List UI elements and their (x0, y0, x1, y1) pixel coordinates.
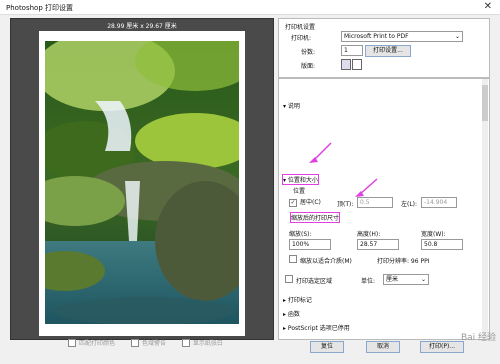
cancel-button[interactable]: 取消 (366, 341, 400, 353)
top-label: 顶(T): (337, 201, 354, 208)
preview-image (45, 41, 239, 324)
position-group-label: 位置 (293, 188, 306, 195)
landscape-layout-icon[interactable] (352, 59, 362, 70)
title-bar: Photoshop 打印设置 ✕ (0, 0, 500, 15)
description-section[interactable]: ▾ 说明 (283, 101, 300, 110)
functions-section[interactable]: ▸ 函数 (283, 309, 300, 318)
match-print-colors-checkbox[interactable]: 匹配打印颜色 (68, 338, 115, 347)
preview-options: 匹配打印颜色 色域警告 显示纸张白 (68, 338, 237, 349)
unit-label: 单位: (361, 278, 376, 285)
unit-select[interactable]: 厘米 ⌄ (383, 274, 429, 285)
width-input[interactable]: 50.8 (421, 239, 463, 250)
options-panel: ▾ 说明 ▾ 位置和大小 位置 居中(C) 顶(T): 0.5 左(L): -1… (278, 78, 490, 340)
print-settings-button[interactable]: 打印设置... (365, 45, 411, 57)
portrait-layout-icon[interactable] (341, 59, 351, 70)
annotation-arrow-icon (355, 178, 378, 197)
layout-label: 版面: (301, 63, 316, 70)
waterfall-photo (45, 41, 239, 324)
watermark-logo: Bai 经验 (460, 333, 496, 343)
copies-label: 份数: (301, 49, 316, 56)
scale-to-fit-checkbox[interactable]: 缩放以适合介质(M) (289, 255, 352, 265)
width-label: 宽度(W): (421, 231, 446, 238)
left-input[interactable]: -14.904 (421, 197, 457, 208)
height-input[interactable]: 28.57 (357, 239, 399, 250)
print-marks-section[interactable]: ▸ 打印标记 (283, 295, 312, 304)
center-checkbox[interactable]: 居中(C) (289, 197, 321, 207)
print-resolution: 打印分辨率: 96 PPI (377, 258, 430, 265)
paper-dimensions: 28.99 厘米 x 29.67 厘米 (107, 23, 177, 30)
show-paper-white-checkbox[interactable]: 显示纸张白 (181, 338, 223, 347)
printer-settings-panel: 打印机设置 打印机: Microsoft Print to PDF ⌄ 份数: 1… (278, 18, 490, 78)
left-label: 左(L): (401, 201, 418, 208)
close-icon[interactable]: ✕ (484, 1, 492, 12)
scale-label: 缩放(S): (289, 231, 312, 238)
print-preview: 28.99 厘米 x 29.67 厘米 (10, 18, 274, 340)
postscript-section[interactable]: ▸ PostScript 选项已停用 (283, 323, 350, 332)
position-size-section[interactable]: ▾ 位置和大小 (282, 174, 319, 185)
annotation-arrow-icon (309, 142, 332, 163)
printer-label: 打印机: (291, 35, 312, 42)
copies-input[interactable]: 1 (341, 45, 363, 56)
reset-button[interactable]: 复位 (310, 341, 344, 353)
height-label: 高度(H): (357, 231, 381, 238)
paper-sheet (39, 31, 245, 336)
scaled-size-group-label: 缩放后的打印尺寸 (289, 212, 341, 223)
print-selected-area-checkbox[interactable]: 打印选定区域 (285, 275, 332, 285)
print-button[interactable]: 打印(P)... (420, 341, 464, 353)
settings-pane: 打印机设置 打印机: Microsoft Print to PDF ⌄ 份数: 1… (278, 18, 490, 340)
printer-section-title: 打印机设置 (285, 24, 316, 31)
printer-select[interactable]: Microsoft Print to PDF ⌄ (341, 31, 463, 42)
window-title: Photoshop 打印设置 (6, 4, 74, 12)
scale-input[interactable]: 100% (289, 239, 331, 250)
scrollbar-thumb[interactable] (482, 85, 488, 121)
gamut-warning-checkbox[interactable]: 色域警告 (130, 338, 166, 347)
